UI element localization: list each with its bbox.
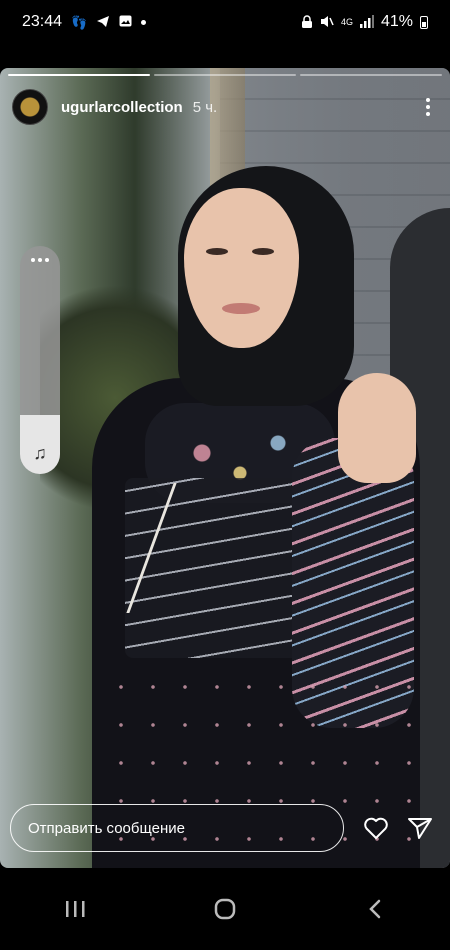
volume-more-icon[interactable] — [20, 258, 60, 262]
story-time: 5 ч. — [192, 98, 218, 116]
more-dot — [426, 112, 430, 116]
mute-icon — [320, 15, 334, 30]
home-icon — [214, 898, 236, 920]
recents-button[interactable] — [45, 889, 105, 929]
story-photo — [0, 68, 450, 868]
story-progress-segment — [154, 74, 296, 76]
eye — [206, 248, 228, 255]
eye — [252, 248, 274, 255]
recents-icon — [66, 901, 85, 917]
status-bar: 23:44 👣 4G 41% — [0, 0, 450, 44]
lips — [222, 303, 260, 314]
status-bar-left: 23:44 👣 — [22, 13, 147, 31]
story-progress-segment — [8, 74, 150, 76]
avatar[interactable] — [12, 89, 48, 125]
lock-icon — [301, 14, 313, 30]
battery-percent: 41% — [380, 13, 413, 30]
heart-icon — [364, 817, 388, 839]
send-icon — [408, 818, 432, 839]
telegram-icon — [96, 15, 110, 30]
back-icon — [369, 899, 381, 919]
notification-dot-icon — [141, 19, 147, 25]
battery-icon — [420, 15, 428, 29]
hand — [338, 373, 416, 483]
reply-message-input[interactable] — [10, 804, 344, 852]
story-progress-bar — [8, 74, 442, 76]
volume-slider[interactable]: ♫ — [20, 246, 60, 474]
footsteps-icon: 👣 — [71, 14, 88, 30]
story-username[interactable]: ugurlarcollection — [61, 99, 183, 116]
story-progress-segment — [300, 74, 442, 76]
story-header: ugurlarcollection 5 ч. — [12, 88, 438, 126]
back-button[interactable] — [345, 889, 405, 929]
like-button[interactable] — [362, 814, 390, 842]
home-button[interactable] — [195, 889, 255, 929]
music-note-icon: ♫ — [33, 443, 47, 463]
more-dot — [426, 98, 430, 102]
signal-icon — [359, 14, 374, 30]
more-dot — [426, 105, 430, 109]
story-viewer[interactable]: ugurlarcollection 5 ч. ♫ — [0, 68, 450, 868]
send-button[interactable] — [406, 814, 434, 842]
more-options-button[interactable] — [418, 92, 438, 122]
network-type: 4G — [340, 16, 353, 27]
status-time: 23:44 — [22, 13, 63, 30]
navigation-bar — [0, 868, 450, 950]
reply-bar — [0, 788, 450, 868]
gallery-icon — [119, 15, 132, 29]
status-bar-right: 4G 41% — [301, 13, 428, 31]
